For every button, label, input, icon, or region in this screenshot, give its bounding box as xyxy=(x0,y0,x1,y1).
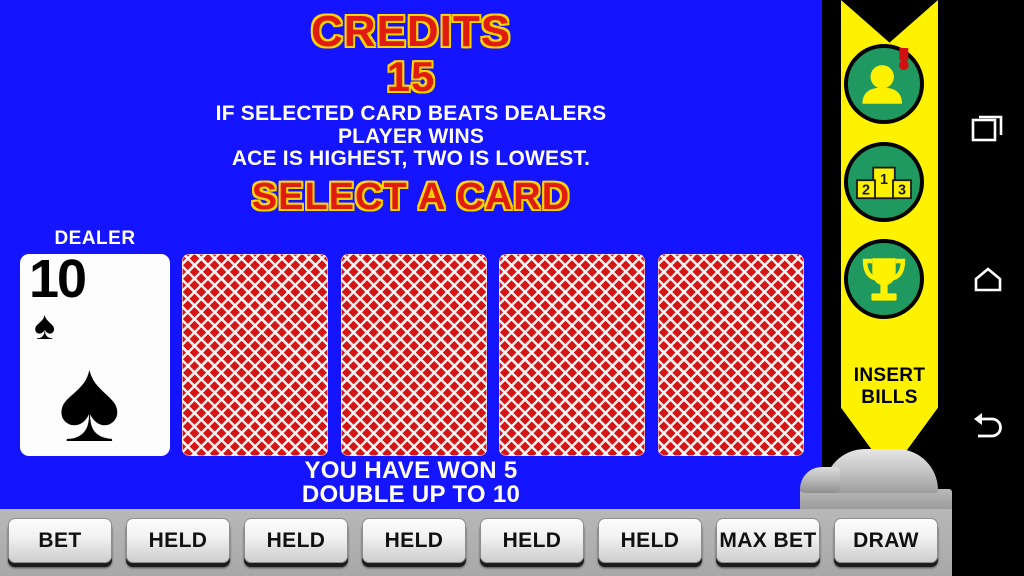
insert-bills-line-1: INSERT xyxy=(853,365,926,386)
held-button-2[interactable]: HELD xyxy=(244,518,348,563)
player-card-1[interactable] xyxy=(182,254,328,456)
player-card-2[interactable] xyxy=(341,254,487,456)
bet-button[interactable]: BET xyxy=(8,518,112,563)
game-panel: CREDITS 15 IF SELECTED CARD BEATS DEALER… xyxy=(0,0,822,509)
bill-acceptor-lip xyxy=(800,467,840,493)
control-button-bar: BET HELD HELD HELD HELD HELD MAX BET DRA… xyxy=(0,509,952,576)
dealer-card: 10 ♠ ♠ xyxy=(20,254,170,456)
held-button-3[interactable]: HELD xyxy=(362,518,466,563)
svg-text:2: 2 xyxy=(862,183,870,199)
leaderboard-podium-icon[interactable]: 1 2 3 xyxy=(844,142,924,222)
svg-text:1: 1 xyxy=(880,172,888,188)
credits-label: CREDITS xyxy=(310,7,512,56)
dealer-card-rank: 10 xyxy=(29,254,87,309)
back-icon[interactable] xyxy=(966,405,1010,449)
trophy-icon[interactable] xyxy=(844,239,924,319)
held-button-1[interactable]: HELD xyxy=(126,518,230,563)
insert-bills-line-2: BILLS xyxy=(861,387,918,408)
player-card-4[interactable] xyxy=(658,254,804,456)
win-message-line-2: DOUBLE UP TO 10 xyxy=(301,481,521,508)
draw-button[interactable]: DRAW xyxy=(834,518,938,563)
spade-icon-large: ♠ xyxy=(58,335,121,456)
max-bet-button[interactable]: MAX BET xyxy=(716,518,820,563)
recents-icon[interactable] xyxy=(966,107,1010,151)
instruction-line-3: ACE IS HIGHEST, TWO IS LOWEST. xyxy=(231,147,591,170)
held-button-4[interactable]: HELD xyxy=(480,518,584,563)
player-card-3[interactable] xyxy=(499,254,645,456)
held-button-5[interactable]: HELD xyxy=(598,518,702,563)
player-profile-alert-icon[interactable] xyxy=(844,44,924,124)
android-nav-bar xyxy=(952,0,1024,576)
home-icon[interactable] xyxy=(966,258,1010,302)
spade-icon-small: ♠ xyxy=(34,304,56,348)
insert-bills-label: INSERT BILLS xyxy=(841,365,938,409)
app-screen: CREDITS 15 IF SELECTED CARD BEATS DEALER… xyxy=(0,0,1024,576)
instruction-line-1: IF SELECTED CARD BEATS DEALERS xyxy=(215,102,607,125)
bill-acceptor-slot[interactable] xyxy=(800,449,952,511)
instruction-line-2: PLAYER WINS xyxy=(337,125,485,148)
select-a-card-prompt: SELECT A CARD xyxy=(251,176,571,218)
bill-acceptor-dome xyxy=(824,449,938,493)
dealer-label: DEALER xyxy=(54,228,136,249)
credits-value: 15 xyxy=(386,53,436,100)
svg-text:3: 3 xyxy=(898,183,906,199)
